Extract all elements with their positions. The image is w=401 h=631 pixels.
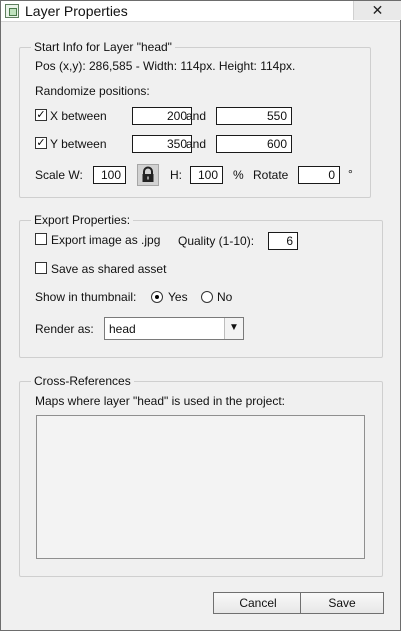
title-bar: Layer Properties ✕ (1, 1, 401, 22)
cross-references-list[interactable] (36, 415, 365, 559)
shared-asset-label: Save as shared asset (51, 262, 167, 276)
x-randomize-checkbox[interactable]: ✓ (35, 109, 47, 121)
thumbnail-no-label: No (217, 290, 233, 304)
y-min-input[interactable]: 350 (132, 135, 192, 153)
cancel-button[interactable]: Cancel (213, 592, 303, 614)
render-as-value: head (109, 322, 136, 336)
thumbnail-yes-label: Yes (168, 290, 188, 304)
cross-references-description: Maps where layer "head" is used in the p… (35, 394, 285, 408)
thumbnail-yes-radio[interactable] (151, 291, 163, 303)
rotate-label: Rotate (253, 168, 289, 182)
close-icon: ✕ (371, 2, 384, 18)
start-info-legend: Start Info for Layer "head" (31, 40, 175, 54)
export-properties-group: Export Properties: Export image as .jpg … (19, 213, 383, 358)
thumbnail-no-radio[interactable] (201, 291, 213, 303)
quality-label: Quality (1-10): (178, 234, 255, 248)
app-icon (5, 4, 19, 18)
scale-h-input[interactable]: 100 (190, 166, 223, 184)
shared-asset-checkbox[interactable] (35, 262, 47, 274)
start-info-group: Start Info for Layer "head" Pos (x,y): 2… (19, 40, 371, 198)
scale-w-label: Scale W: (35, 168, 83, 182)
degree-label: ° (348, 167, 353, 181)
thumbnail-label: Show in thumbnail: (35, 290, 137, 304)
export-jpg-label: Export image as .jpg (51, 233, 161, 247)
close-button[interactable]: ✕ (353, 1, 401, 20)
randomize-label: Randomize positions: (35, 84, 150, 98)
percent-label: % (233, 168, 244, 182)
save-button[interactable]: Save (300, 592, 384, 614)
x-min-input[interactable]: 200 (132, 107, 192, 125)
y-and-label: and (186, 137, 207, 151)
export-jpg-checkbox[interactable] (35, 233, 47, 245)
lock-icon (142, 166, 154, 182)
layer-properties-window: Layer Properties ✕ Start Info for Layer … (0, 0, 401, 631)
scale-w-input[interactable]: 100 (93, 166, 126, 184)
cross-references-group: Cross-References Maps where layer "head"… (19, 374, 383, 577)
window-title: Layer Properties (25, 3, 128, 19)
rotate-input[interactable]: 0 (298, 166, 340, 184)
render-as-select[interactable]: head ▼ (104, 317, 244, 340)
chevron-down-icon[interactable]: ▼ (224, 318, 243, 339)
x-max-input[interactable]: 550 (216, 107, 292, 125)
x-and-label: and (186, 109, 207, 123)
scale-h-label: H: (170, 168, 182, 182)
y-between-label: Y between (50, 137, 107, 151)
cross-references-legend: Cross-References (31, 374, 134, 388)
y-randomize-checkbox[interactable]: ✓ (35, 137, 47, 149)
position-info: Pos (x,y): 286,585 - Width: 114px. Heigh… (35, 59, 296, 73)
x-between-label: X between (50, 109, 107, 123)
render-as-label: Render as: (35, 322, 94, 336)
export-properties-legend: Export Properties: (31, 213, 134, 227)
quality-input[interactable]: 6 (268, 232, 298, 250)
aspect-lock-button[interactable] (137, 164, 159, 186)
y-max-input[interactable]: 600 (216, 135, 292, 153)
